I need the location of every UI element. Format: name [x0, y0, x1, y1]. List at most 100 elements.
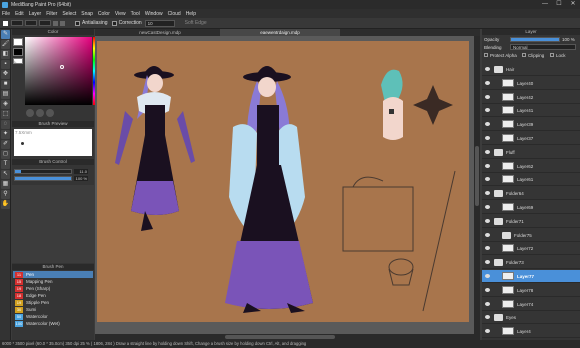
- eye-icon[interactable]: [485, 260, 490, 265]
- brush-item[interactable]: 19 Pen (Sharp): [13, 285, 93, 292]
- menu-color[interactable]: Color: [98, 11, 110, 17]
- color-slider-icon[interactable]: [36, 109, 44, 117]
- opacity-icon[interactable]: [60, 20, 65, 26]
- brush-size-value[interactable]: 11.0: [74, 169, 88, 174]
- eye-icon[interactable]: [485, 67, 490, 71]
- canvas-area[interactable]: [95, 36, 480, 340]
- maximize-button[interactable]: ☐: [552, 0, 566, 9]
- menu-filter[interactable]: Filter: [46, 11, 57, 17]
- gradient-icon[interactable]: ▤: [1, 90, 10, 99]
- dot-icon[interactable]: ▪: [1, 60, 10, 69]
- vertical-scroll-thumb[interactable]: [475, 146, 479, 206]
- menu-view[interactable]: View: [115, 11, 126, 17]
- clipping-checkbox[interactable]: [522, 53, 526, 57]
- brush-item[interactable]: 15 Mapping Pen: [13, 278, 93, 285]
- select-eraser-icon[interactable]: ◻: [1, 150, 10, 159]
- eye-icon[interactable]: [485, 218, 490, 223]
- eye-icon[interactable]: [485, 177, 490, 182]
- menu-layer[interactable]: Layer: [29, 11, 42, 17]
- brush-item[interactable]: 50 Watercolor: [13, 313, 93, 320]
- eye-icon[interactable]: [485, 149, 490, 154]
- eye-icon[interactable]: [485, 315, 490, 320]
- layer-row[interactable]: Layer61: [482, 173, 580, 187]
- layer-row[interactable]: Layer78: [482, 284, 580, 297]
- layer-row[interactable]: Layer39: [482, 118, 580, 132]
- primary-color-swatch[interactable]: [13, 38, 23, 46]
- eye-icon[interactable]: [485, 246, 490, 251]
- pressure-icon[interactable]: [53, 20, 58, 26]
- layer-folder-row[interactable]: Folder75: [482, 229, 580, 242]
- layer-folder-row[interactable]: Fluff: [482, 146, 580, 159]
- text-icon[interactable]: T: [1, 160, 10, 169]
- eye-icon[interactable]: [485, 108, 490, 113]
- brush-opacity-value[interactable]: 100 %: [74, 176, 88, 181]
- stabilizer-select[interactable]: [39, 20, 51, 26]
- eye-icon[interactable]: [485, 122, 490, 127]
- layer-folder-row[interactable]: Eyes: [482, 311, 580, 325]
- menu-help[interactable]: Help: [186, 11, 196, 17]
- eyedropper-icon[interactable]: ⚲: [1, 190, 10, 199]
- layer-row[interactable]: Layer40: [482, 77, 580, 90]
- color-picker-cursor[interactable]: [60, 65, 64, 69]
- protect-alpha-checkbox[interactable]: [484, 53, 488, 57]
- brush-shape-select[interactable]: [11, 20, 23, 26]
- eye-icon[interactable]: [485, 232, 490, 237]
- layer-opacity-value[interactable]: 100 %: [562, 37, 575, 42]
- eye-icon[interactable]: [485, 287, 490, 292]
- layer-row[interactable]: Layer77: [482, 270, 580, 283]
- layer-folder-row[interactable]: Hair: [482, 63, 580, 76]
- layer-row[interactable]: Layer37: [482, 132, 580, 145]
- lasso-icon[interactable]: ◌: [1, 120, 10, 129]
- move-icon[interactable]: ✥: [1, 70, 10, 79]
- brush-opacity-slider[interactable]: [14, 176, 72, 181]
- brush-item[interactable]: 100 Watercolor (Wet): [13, 320, 93, 327]
- brush-size-select[interactable]: [25, 20, 37, 26]
- correction-checkbox[interactable]: [111, 20, 117, 26]
- eye-icon[interactable]: [485, 329, 490, 334]
- operation-icon[interactable]: ↖: [1, 170, 10, 179]
- eye-icon[interactable]: [485, 274, 490, 278]
- tab-newcastdesign[interactable]: newCastDesign.mdp: [105, 29, 215, 36]
- close-button[interactable]: ✕: [566, 0, 580, 9]
- divide-icon[interactable]: ▦: [1, 180, 10, 189]
- minimize-button[interactable]: —: [538, 0, 552, 9]
- layer-row[interactable]: Layer69: [482, 201, 580, 214]
- color-palette-icon[interactable]: [46, 109, 54, 117]
- eye-icon[interactable]: [485, 94, 490, 99]
- pen-icon[interactable]: ✎: [1, 30, 10, 39]
- secondary-color-swatch[interactable]: [13, 48, 23, 56]
- layer-folder-row[interactable]: Folder64: [482, 187, 580, 201]
- magic-wand-icon[interactable]: ✦: [1, 130, 10, 139]
- lock-checkbox[interactable]: [550, 53, 554, 57]
- eye-icon[interactable]: [485, 136, 490, 140]
- menu-edit[interactable]: Edit: [15, 11, 24, 17]
- layer-row[interactable]: Layer4: [482, 325, 580, 339]
- transparent-swatch[interactable]: [13, 58, 23, 64]
- blending-mode-select[interactable]: Normal: [510, 44, 576, 50]
- brush-item[interactable]: 18 Edge Pen: [13, 292, 93, 299]
- layer-row[interactable]: Layer41: [482, 104, 580, 118]
- eye-icon[interactable]: [485, 191, 490, 196]
- layer-row[interactable]: Layer72: [482, 242, 580, 256]
- fill-icon[interactable]: ■: [1, 80, 10, 89]
- horizontal-scroll-thumb[interactable]: [225, 335, 335, 339]
- menu-snap[interactable]: Snap: [81, 11, 93, 17]
- menu-cloud[interactable]: Cloud: [168, 11, 181, 17]
- correction-select[interactable]: 10: [144, 19, 175, 27]
- eraser-icon[interactable]: ◧: [1, 50, 10, 59]
- color-wheel-icon[interactable]: [26, 109, 34, 117]
- hand-icon[interactable]: ✋: [1, 200, 10, 209]
- bucket-icon[interactable]: ◈: [1, 100, 10, 109]
- layer-folder-row[interactable]: Folder71: [482, 215, 580, 228]
- eye-icon[interactable]: [485, 205, 490, 209]
- eye-icon[interactable]: [485, 80, 490, 85]
- antialias-checkbox[interactable]: [75, 20, 80, 26]
- drawing-canvas[interactable]: [97, 41, 469, 322]
- select-icon[interactable]: ⬚: [1, 110, 10, 119]
- brush-item[interactable]: 11 Pen: [13, 271, 93, 278]
- menu-file[interactable]: File: [2, 11, 10, 17]
- layer-row[interactable]: Layer74: [482, 298, 580, 311]
- layer-row[interactable]: Layer42: [482, 91, 580, 104]
- tab-active-document[interactable]: eaewentrdaign.mdp: [220, 29, 340, 36]
- brush-item[interactable]: 19 Stipple Pen: [13, 299, 93, 306]
